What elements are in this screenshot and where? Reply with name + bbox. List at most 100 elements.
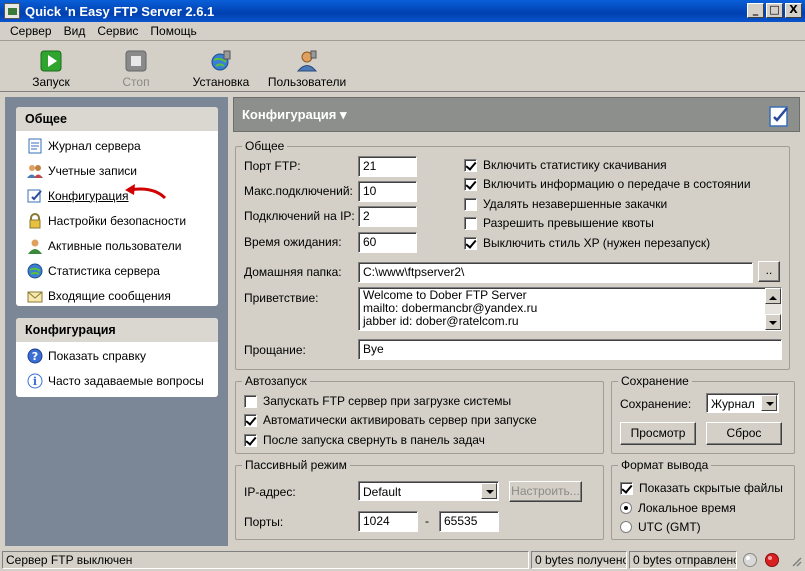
bytes-sent: 0 bytes отправлено [629,551,737,569]
menu-service[interactable]: Сервис [91,24,144,38]
scroll-up-icon[interactable] [765,288,781,304]
config-group: Конфигурация ? Показать справку i Часто … [16,318,218,397]
checkbox-label: Выключить стиль XP (нужен перезапуск) [483,236,711,250]
checkbox-box [244,433,257,447]
view-button[interactable]: Просмотр [620,422,696,445]
radio-local-time[interactable]: Локальное время [620,501,736,515]
port-to-input[interactable]: 65535 [439,511,499,532]
nav-item-active-users[interactable]: Активные пользователи [16,233,218,258]
checkbox-disable-xp-style[interactable]: Выключить стиль XP (нужен перезапуск) [464,236,710,250]
nav-item-server-log[interactable]: Журнал сервера [16,133,218,158]
reset-button[interactable]: Сброс [706,422,782,445]
nav-item-configuration[interactable]: Конфигурация [16,183,218,208]
radio-label: UTC (GMT) [638,520,701,534]
saving-select[interactable]: Журнал [706,393,779,413]
home-folder-label: Домашняя папка: [244,265,342,279]
configuration-dropdown[interactable]: Конфигурация ▾ [242,107,346,123]
saving-section: Сохранение Сохранение: Журнал Просмотр С… [611,374,795,454]
chevron-down-icon [481,483,497,499]
configure-button[interactable]: Настроить... [509,481,582,502]
menu-view[interactable]: Вид [58,24,92,38]
title-bar: Quick 'n Easy FTP Server 2.6.1 _ □ X [0,0,805,22]
nav-item-incoming-messages[interactable]: Входящие сообщения [16,283,218,306]
nav-item-label: Настройки безопасности [48,213,187,228]
help-icon: ? [27,348,43,364]
checkbox-delete-incomplete[interactable]: Удалять незавершенные закачки [464,197,667,211]
browse-button[interactable]: .. [758,261,780,282]
idle-status-icon [743,553,757,567]
general-group-title: Общее [16,107,218,131]
install-button[interactable]: Установка [190,50,252,89]
max-connections-input[interactable]: 10 [358,181,417,202]
saving-legend: Сохранение [618,374,692,388]
nav-item-label: Активные пользователи [48,238,182,253]
nav-item-label: Журнал сервера [48,138,141,153]
welcome-scrollbar[interactable] [765,288,781,330]
checkbox-box [464,158,477,172]
autostart-legend: Автозапуск [242,374,310,388]
start-button[interactable]: Запуск [28,50,74,89]
checkbox-label: Удалять незавершенные закачки [483,197,668,211]
users-icon [296,50,318,72]
users-button[interactable]: Пользователи [267,50,347,89]
svg-text:?: ? [32,350,38,363]
lock-icon [27,212,43,229]
nav-item-accounts[interactable]: Учетные записи [16,158,218,183]
ports-dash: - [425,514,429,528]
output-format-section: Формат вывода Показать скрытые файлы Лок… [611,458,795,540]
checkbox-box [464,197,477,211]
svg-text:i: i [33,375,37,388]
saving-select-value: Журнал [711,397,755,411]
toolbar: Запуск Стоп Установка Пользователи [0,42,805,92]
radio-utc[interactable]: UTC (GMT) [620,520,701,534]
stop-icon [125,50,147,72]
passive-mode-legend: Пассивный режим [242,458,350,472]
start-label: Запуск [32,75,70,89]
checkbox-show-hidden-files[interactable]: Показать скрытые файлы [620,481,783,495]
checkbox-allow-quota-exceed[interactable]: Разрешить превышение квоты [464,216,654,230]
general-group: Общее Журнал сервера Учетные записи Конф… [16,107,218,306]
max-connections-label: Макс.подключений: [244,184,353,198]
nav-item-faq[interactable]: i Часто задаваемые вопросы [16,368,218,393]
checkbox-box [244,413,257,427]
config-group-title: Конфигурация [16,318,218,342]
ip-address-select[interactable]: Default [358,481,499,501]
checkbox-download-stats[interactable]: Включить статистику скачивания [464,158,667,172]
scroll-down-icon[interactable] [765,314,781,330]
statistics-icon [27,263,43,279]
welcome-textarea[interactable]: Welcome to Dober FTP Server mailto: dobe… [358,287,782,331]
log-icon [27,138,43,154]
goodbye-input[interactable]: Bye [358,339,782,360]
configuration-pane: Конфигурация ▾ Общее Порт FTP: 21 Макс.п… [233,97,800,546]
stop-label: Стоп [122,75,150,89]
window-title: Quick 'n Easy FTP Server 2.6.1 [25,3,215,19]
timeout-input[interactable]: 60 [358,232,417,253]
menu-server[interactable]: Сервер [4,24,58,38]
close-button[interactable]: X [785,3,802,18]
minimize-button[interactable]: _ [747,3,764,18]
menu-help[interactable]: Помощь [144,24,202,38]
checkbox-auto-activate[interactable]: Автоматически активировать сервер при за… [244,413,537,427]
nav-item-show-help[interactable]: ? Показать справку [16,343,218,368]
general-section: Общее Порт FTP: 21 Макс.подключений: 10 … [235,139,790,370]
checkbox-start-on-boot[interactable]: Запускать FTP сервер при загрузке систем… [244,394,511,408]
connections-per-ip-input[interactable]: 2 [358,206,417,227]
chevron-down-icon [761,395,777,411]
port-from-input[interactable]: 1024 [358,511,418,532]
resize-grip-icon[interactable] [790,555,802,567]
ports-label: Порты: [244,515,284,529]
globe-install-icon [210,50,232,72]
nav-item-label: Показать справку [48,348,146,363]
play-icon [40,50,62,72]
checkbox-minimize-to-tray[interactable]: После запуска свернуть в панель задач [244,433,485,447]
checkbox-transfer-info[interactable]: Включить информацию о передаче в состоян… [464,177,751,191]
radio-dot [620,502,632,514]
stop-button[interactable]: Стоп [116,50,156,89]
configuration-title: Конфигурация [242,107,337,122]
nav-item-statistics[interactable]: Статистика сервера [16,258,218,283]
maximize-button[interactable]: □ [766,3,783,18]
nav-item-security[interactable]: Настройки безопасности [16,208,218,233]
radio-label: Локальное время [638,501,736,515]
port-input[interactable]: 21 [358,156,417,177]
home-folder-input[interactable]: C:\www\ftpserver2\ [358,262,753,283]
